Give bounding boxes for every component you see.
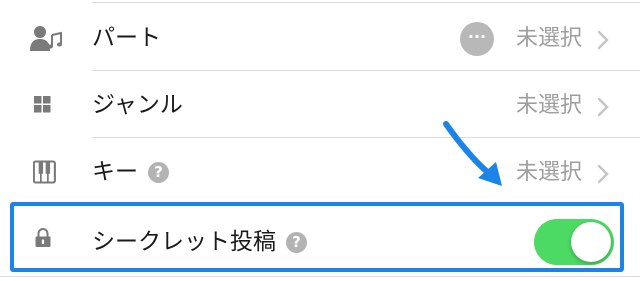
row-key[interactable]: キー? 未選択	[0, 138, 640, 204]
genre-value: 未選択	[515, 93, 582, 118]
key-label-text: キー	[92, 159, 138, 185]
row-part[interactable]: パート ··· 未選択	[0, 4, 640, 70]
chevron-right-icon	[597, 97, 609, 117]
help-icon[interactable]: ?	[148, 162, 169, 183]
secret-post-toggle[interactable]	[534, 219, 614, 265]
part-label: パート	[92, 25, 161, 51]
key-label: キー?	[92, 160, 169, 184]
row-separator	[0, 276, 640, 277]
grid-icon	[34, 96, 51, 113]
genre-label: ジャンル	[92, 92, 183, 118]
toggle-knob[interactable]	[571, 222, 611, 262]
key-value: 未選択	[515, 160, 582, 185]
row-separator	[92, 2, 640, 3]
more-button[interactable]: ···	[460, 22, 494, 56]
chevron-right-icon	[597, 30, 609, 50]
person-music-icon	[30, 26, 62, 51]
annotation-arrow-icon	[443, 121, 502, 186]
chevron-right-icon	[597, 164, 609, 184]
piano-icon	[33, 160, 56, 184]
part-value: 未選択	[515, 26, 582, 51]
highlight-box	[10, 202, 624, 272]
row-genre[interactable]: ジャンル 未選択	[0, 71, 640, 137]
